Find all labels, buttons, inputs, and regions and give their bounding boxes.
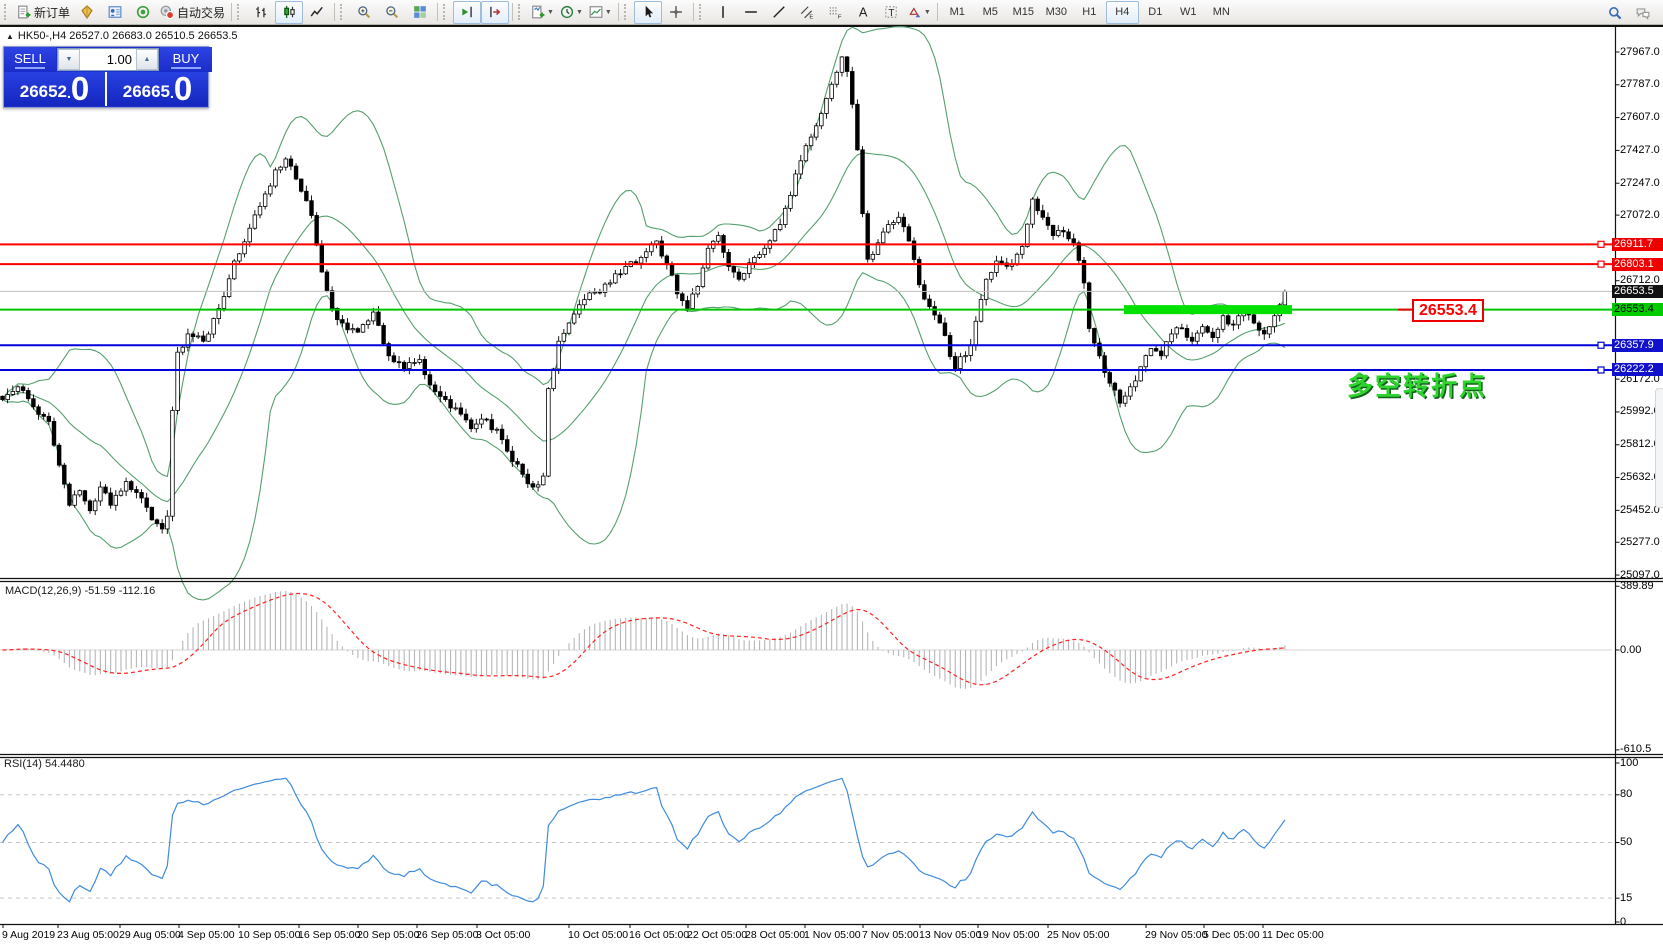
axis-tick-label: 27247.0: [1620, 177, 1660, 190]
time-axis-label: 23 Aug 05:00: [57, 929, 119, 941]
time-axis-label: 16 Sep 05:00: [298, 929, 360, 941]
axis-tick-label: 0: [1620, 916, 1626, 929]
axis-tick-label: 27967.0: [1620, 46, 1660, 59]
sell-button[interactable]: SELL: [4, 47, 56, 72]
turning-point-note: 多空转折点: [1347, 366, 1487, 403]
one-click-trading-panel: SELL ▼ ▲ BUY 26652 . 0 26665 . 0: [3, 46, 209, 108]
price-callout-label[interactable]: 26553.4: [1412, 299, 1484, 322]
time-axis-label: 19 Nov 05:00: [977, 929, 1039, 941]
volume-stepper: ▼ ▲: [57, 48, 159, 71]
time-axis-label: 10 Sep 05:00: [238, 929, 300, 941]
time-axis-label: 16 Oct 05:00: [629, 929, 689, 941]
time-axis-label: 28 Oct 05:00: [745, 929, 805, 941]
time-axis-label: 29 Nov 05:00: [1145, 929, 1207, 941]
collapse-arrow-icon[interactable]: ▲: [6, 32, 14, 41]
time-axis-label: 26 Sep 05:00: [416, 929, 478, 941]
sell-price-main: 26652: [20, 79, 67, 105]
time-axis-label: 10 Oct 05:00: [568, 929, 628, 941]
volume-input[interactable]: [80, 49, 136, 70]
price-tag-label: 26222.2: [1612, 363, 1663, 376]
time-axis-label: 9 Aug 2019: [2, 929, 55, 941]
sell-underline: [15, 67, 45, 69]
price-tag-label: 26803.1: [1612, 258, 1663, 271]
chart-title: ▲ HK50-,H4 26527.0 26683.0 26510.5 26653.…: [6, 30, 238, 42]
chart-canvas[interactable]: [0, 0, 1663, 946]
axis-tick-label: 389.89: [1620, 580, 1654, 593]
axis-tick-label: 25452.0: [1620, 504, 1660, 517]
axis-tick-label: 25812.0: [1620, 438, 1660, 451]
axis-tick-label: 27427.0: [1620, 144, 1660, 157]
time-axis-label: 25 Nov 05:00: [1047, 929, 1109, 941]
buy-button[interactable]: BUY: [160, 47, 212, 72]
buy-button-label: BUY: [173, 51, 200, 66]
time-axis-label: 7 Nov 05:00: [862, 929, 919, 941]
axis-tick-label: 27072.0: [1620, 209, 1660, 222]
time-axis-label: 3 Oct 05:00: [476, 929, 530, 941]
chart-title-text: HK50-,H4 26527.0 26683.0 26510.5 26653.5: [18, 30, 238, 42]
axis-tick-label: 25632.0: [1620, 471, 1660, 484]
price-tag-label: 26357.9: [1612, 339, 1663, 352]
time-axis-label: 29 Aug 05:00: [119, 929, 181, 941]
time-axis-label: 20 Sep 05:00: [357, 929, 419, 941]
price-tag-label: 26553.4: [1612, 303, 1663, 316]
mt4-window: 新订单自动交易▼▼▼EFAT▼M1M5M15M30H1H4D1W1MN ▲HK5…: [0, 0, 1663, 946]
time-axis-label: 22 Oct 05:00: [687, 929, 747, 941]
sell-price-button[interactable]: 26652 . 0: [4, 72, 105, 106]
axis-tick-label: 100: [1620, 757, 1638, 770]
axis-tick-label: 50: [1620, 836, 1632, 849]
time-axis-label: 5 Dec 05:00: [1203, 929, 1260, 941]
axis-tick-label: 27607.0: [1620, 111, 1660, 124]
buy-underline: [171, 67, 201, 69]
time-axis-label: 13 Nov 05:00: [919, 929, 981, 941]
time-axis-label: 4 Sep 05:00: [178, 929, 235, 941]
scrollbar-thumb[interactable]: [1655, 388, 1663, 508]
axis-tick-label: 80: [1620, 788, 1632, 801]
rsi-indicator-label: RSI(14) 54.4480: [4, 758, 85, 770]
price-tag-label: 26653.5: [1612, 285, 1663, 298]
macd-indicator-label: MACD(12,26,9) -51.59 -112.16: [5, 585, 155, 597]
price-tag-label: 26911.7: [1612, 238, 1663, 251]
sell-price-big: 0: [71, 72, 89, 105]
axis-tick-label: 27787.0: [1620, 78, 1660, 91]
buy-price-main: 26665: [123, 79, 170, 105]
buy-price-button[interactable]: 26665 . 0: [105, 72, 208, 106]
time-axis-label: 1 Nov 05:00: [804, 929, 861, 941]
time-axis-label: 11 Dec 05:00: [1262, 929, 1324, 941]
volume-up-button[interactable]: ▲: [136, 49, 158, 70]
axis-tick-label: 25277.0: [1620, 536, 1660, 549]
axis-tick-label: 15: [1620, 892, 1632, 905]
volume-down-button[interactable]: ▼: [58, 49, 80, 70]
axis-tick-label: 25992.0: [1620, 405, 1660, 418]
buy-price-big: 0: [174, 72, 192, 105]
axis-tick-label: 0.00: [1620, 644, 1641, 657]
axis-tick-label: -610.5: [1620, 743, 1651, 756]
sell-button-label: SELL: [14, 51, 46, 66]
